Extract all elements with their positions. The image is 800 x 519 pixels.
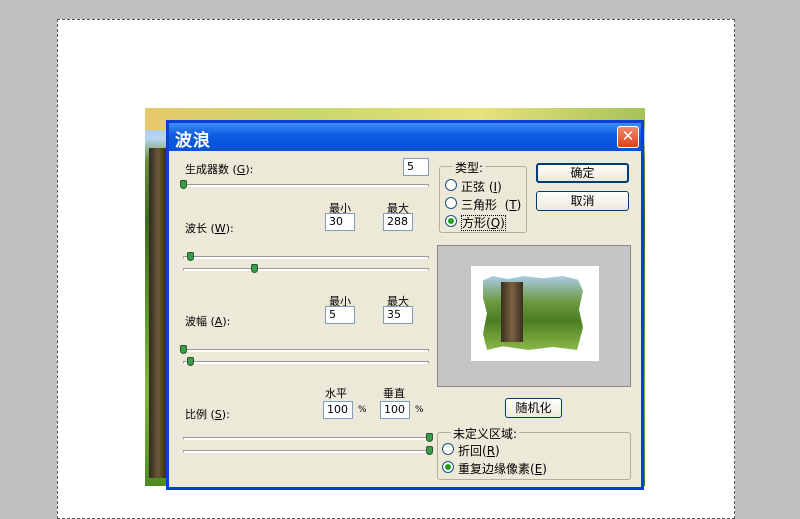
amplitude-max-input[interactable]: 35 <box>383 306 413 324</box>
undefined-area-group-title: 未定义区域: <box>451 425 520 442</box>
wavelength-max-slider-thumb[interactable] <box>251 264 259 273</box>
generators-slider-track[interactable] <box>183 184 429 187</box>
scale-horizontal-input[interactable]: 100 <box>323 401 353 419</box>
wavelength-label: 波长 (W): <box>185 222 234 235</box>
wavelength-min-slider-thumb[interactable] <box>187 252 195 261</box>
preview-image <box>483 276 583 350</box>
amplitude-min-input[interactable]: 5 <box>325 306 355 324</box>
wavelength-min-input[interactable]: 30 <box>325 213 355 231</box>
generators-slider-thumb[interactable] <box>180 180 187 189</box>
photo-tree-trunk <box>149 148 167 478</box>
type-group-title: 类型: <box>453 159 486 176</box>
repeat-edge-pixels-radio[interactable] <box>442 461 454 473</box>
ok-button[interactable]: 确定 <box>536 163 629 183</box>
amplitude-max-slider-track[interactable] <box>183 361 429 364</box>
wrap-around-label[interactable]: 折回(R) <box>458 442 500 459</box>
amplitude-label: 波幅 (A): <box>185 315 231 328</box>
type-sine-label[interactable]: 正弦 (I) <box>461 178 502 195</box>
repeat-edge-pixels-label[interactable]: 重复边缘像素(E) <box>458 460 547 477</box>
preview-pane <box>437 245 631 387</box>
scale-vertical-input[interactable]: 100 <box>380 401 410 419</box>
wavelength-max-input[interactable]: 288 <box>383 213 413 231</box>
type-triangle-radio[interactable] <box>445 197 457 209</box>
preview-canvas <box>471 266 599 361</box>
type-sine-radio[interactable] <box>445 179 457 191</box>
dialog-title: 波浪 <box>175 131 211 151</box>
type-triangle-label[interactable]: 三角形 (T) <box>461 196 521 213</box>
scale-horizontal-unit: % <box>358 405 367 415</box>
wave-dialog: 波浪 ✕ 生成器数 (G): 5 最小 最大 波长 (W): 30 288 最小… <box>166 120 644 490</box>
scale-vertical-slider-track[interactable] <box>183 450 429 453</box>
type-square-label[interactable]: 方形(Q) <box>461 214 506 231</box>
scale-label: 比例 (S): <box>185 408 230 421</box>
amplitude-min-slider-track[interactable] <box>183 349 429 352</box>
amplitude-max-slider-thumb[interactable] <box>187 357 195 366</box>
scale-vertical-slider-thumb[interactable] <box>426 446 433 455</box>
wavelength-max-slider-track[interactable] <box>183 268 429 271</box>
type-square-radio[interactable] <box>445 215 457 227</box>
wrap-around-radio[interactable] <box>442 443 454 455</box>
cancel-button[interactable]: 取消 <box>536 191 629 211</box>
scale-horizontal-header: 水平 <box>325 387 347 400</box>
scale-horizontal-slider-thumb[interactable] <box>426 433 433 442</box>
scale-horizontal-slider-track[interactable] <box>183 437 429 440</box>
amplitude-min-slider-thumb[interactable] <box>180 345 187 354</box>
wavelength-min-slider-track[interactable] <box>183 256 429 259</box>
randomize-button[interactable]: 随机化 <box>505 398 562 418</box>
scale-vertical-header: 垂直 <box>383 387 405 400</box>
scale-vertical-unit: % <box>415 405 424 415</box>
generators-input[interactable]: 5 <box>403 158 429 176</box>
generators-label: 生成器数 (G): <box>185 163 254 176</box>
close-button[interactable]: ✕ <box>617 126 639 148</box>
title-bar[interactable]: 波浪 ✕ <box>169 123 641 151</box>
preview-tree-trunk <box>501 282 523 342</box>
